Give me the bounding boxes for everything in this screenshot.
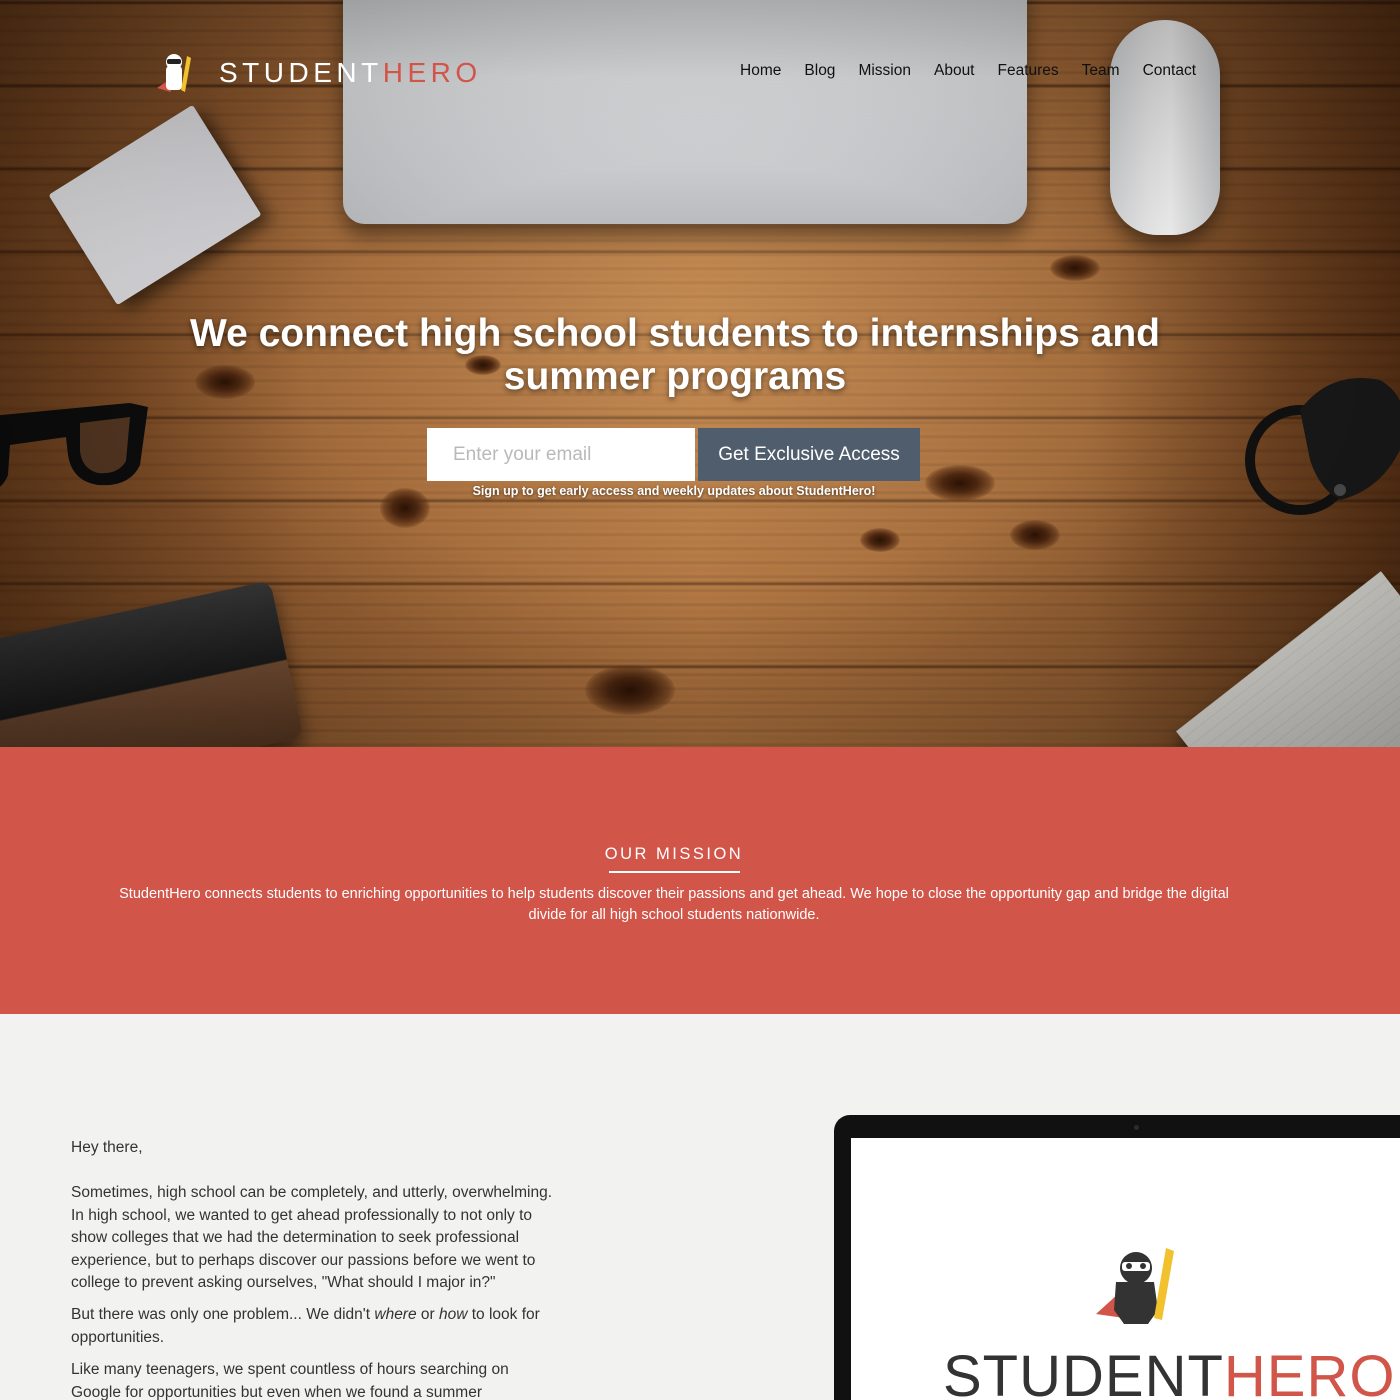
camera-image: [0, 580, 304, 747]
tablet-screen: STUDENTHERO: [851, 1138, 1400, 1400]
mouse-image: [1110, 20, 1220, 235]
main-nav: Home Blog Mission About Features Team Co…: [740, 62, 1196, 80]
hero-section: STUDENTHERO Home Blog Mission About Feat…: [0, 0, 1400, 747]
screen-brand-part1: STUDENT: [943, 1344, 1224, 1400]
mission-text: StudentHero connects students to enrichi…: [119, 886, 1229, 923]
wood-knot: [1010, 520, 1060, 550]
nav-blog[interactable]: Blog: [804, 62, 835, 80]
nav-contact[interactable]: Contact: [1143, 62, 1196, 80]
hero-headline: We connect high school students to inter…: [189, 312, 1160, 398]
get-access-button[interactable]: Get Exclusive Access: [698, 428, 920, 481]
letter-p2-text: or: [416, 1306, 439, 1324]
mission-section: OUR MISSION StudentHero connects student…: [0, 747, 1400, 1014]
wood-knot: [1050, 255, 1100, 281]
intro-letter: Hey there, Sometimes, high school can be…: [71, 1137, 556, 1400]
laptop-image: [343, 0, 1027, 224]
brand-name-part2: HERO: [382, 57, 482, 88]
hero-mascot-icon: [1096, 1248, 1174, 1324]
brand-logo[interactable]: STUDENTHERO: [155, 52, 482, 94]
nav-features[interactable]: Features: [998, 62, 1059, 80]
letter-p2-text: But there was only one problem... We did…: [71, 1306, 375, 1324]
hero-mascot-icon: [157, 54, 191, 92]
notebook-image: [1175, 571, 1400, 747]
letter-p2-emphasis-where: where: [374, 1306, 417, 1324]
letter-p2-emphasis-how: how: [439, 1306, 468, 1324]
business-cards-image: [48, 104, 262, 306]
nav-team[interactable]: Team: [1082, 62, 1120, 80]
tablet-camera: [1134, 1125, 1139, 1130]
brand-name-part1: STUDENT: [219, 57, 383, 88]
screen-brand-part2: HERO: [1223, 1344, 1396, 1400]
signup-note: Sign up to get early access and weekly u…: [472, 484, 876, 498]
signup-form: Get Exclusive Access: [427, 428, 920, 481]
nav-mission[interactable]: Mission: [858, 62, 911, 80]
email-input[interactable]: [427, 428, 695, 481]
letter-paragraph-2: But there was only one problem... We did…: [71, 1304, 556, 1349]
letter-paragraph-3: Like many teenagers, we spent countless …: [71, 1361, 509, 1400]
wood-knot: [585, 665, 675, 715]
glasses-image: [0, 403, 148, 487]
tablet-mockup: STUDENTHERO: [834, 1115, 1400, 1400]
nav-home[interactable]: Home: [740, 62, 781, 80]
mission-title: OUR MISSION: [604, 845, 744, 863]
wood-knot: [860, 528, 900, 552]
letter-greeting: Hey there,: [71, 1139, 143, 1156]
nav-about[interactable]: About: [934, 62, 975, 80]
mission-title-underline: [609, 871, 740, 873]
letter-paragraph-1: Sometimes, high school can be completely…: [71, 1184, 553, 1292]
